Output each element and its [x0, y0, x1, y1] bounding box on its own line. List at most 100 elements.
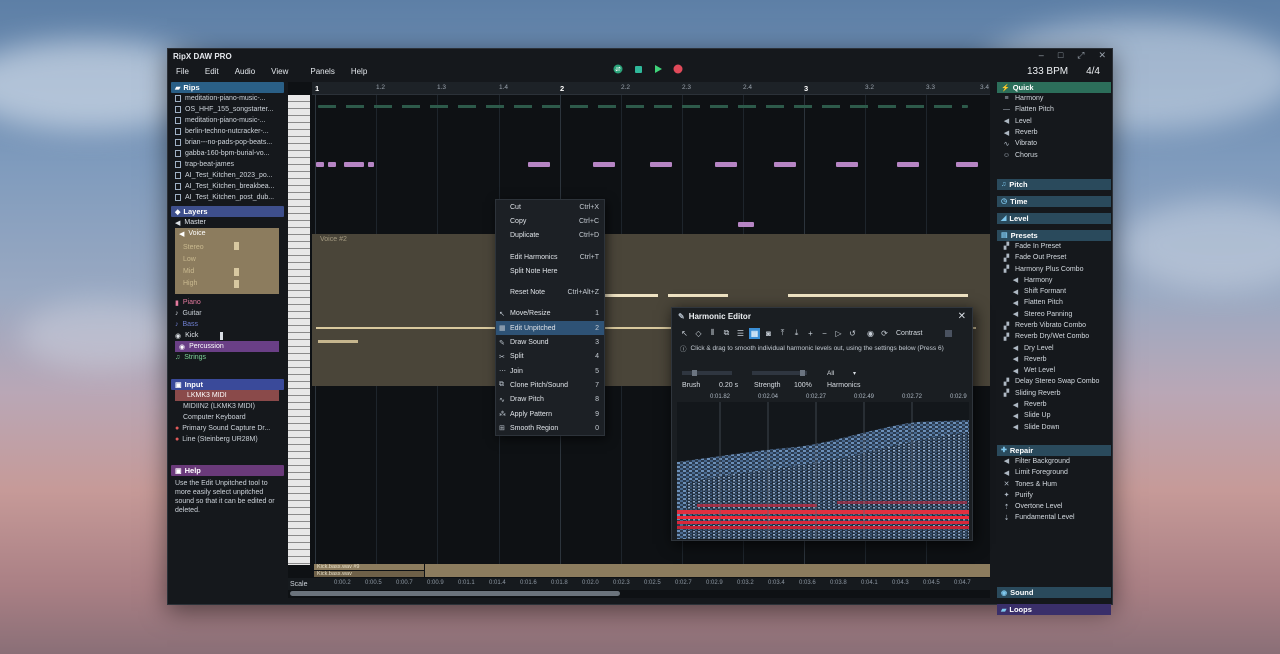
menu-edit[interactable]: Edit — [205, 67, 219, 76]
note[interactable] — [715, 162, 737, 167]
harmonics-select[interactable]: All — [827, 370, 834, 377]
chevron-down-icon[interactable]: ▾ — [853, 370, 856, 377]
layer-piano[interactable]: ▮ Piano — [171, 297, 284, 308]
preset-item[interactable]: ◀ Shift Formant — [997, 286, 1111, 297]
input-item[interactable]: ● Primary Sound Capture Dr... — [171, 423, 284, 434]
note[interactable] — [328, 162, 336, 167]
menu-item-split-note-here[interactable]: Split Note Here — [496, 264, 604, 278]
preset-item[interactable]: ▞ Harmony Plus Combo — [997, 263, 1111, 274]
layer-voice[interactable]: ◀ Voice — [175, 228, 279, 239]
brush-value[interactable]: 0.20 s — [719, 382, 738, 389]
rip-item[interactable]: AI_Test_Kitchen_2023_po... — [171, 170, 284, 181]
record-icon[interactable] — [673, 64, 683, 74]
note[interactable] — [593, 162, 615, 167]
undo-icon[interactable]: ↺ — [847, 328, 858, 339]
quick-header[interactable]: ⚡ Quick — [997, 82, 1111, 93]
rip-item[interactable]: trap-beat-james — [171, 159, 284, 170]
menu-audio[interactable]: Audio — [235, 67, 255, 76]
preset-item[interactable]: ▞ Delay Stereo Swap Combo — [997, 376, 1111, 387]
note[interactable] — [650, 162, 672, 167]
rip-item[interactable]: OS_HHF_155_songstarter... — [171, 104, 284, 115]
level-header[interactable]: ◢ Level — [997, 212, 1111, 224]
pitch-curve[interactable] — [318, 340, 358, 343]
menu-item-split[interactable]: ✂ Split 4 — [496, 350, 604, 364]
slider-handle[interactable] — [800, 370, 805, 376]
preset-item[interactable]: ▞ Reverb Vibrato Combo — [997, 320, 1111, 331]
pitch-header[interactable]: ♫ Pitch — [997, 178, 1111, 190]
refresh-icon[interactable]: ⟳ — [879, 328, 890, 339]
time-header[interactable]: ◷ Time — [997, 195, 1111, 207]
harmonic-spectrogram[interactable] — [677, 402, 969, 539]
layer-guitar[interactable]: ♪ Guitar — [171, 308, 284, 319]
menu-item-draw-sound[interactable]: ✎ Draw Sound 3 — [496, 335, 604, 349]
sublayer-mid[interactable]: Mid — [183, 265, 279, 277]
clip-label[interactable]: Kick.bass.wav — [314, 571, 424, 577]
clip-label[interactable]: Kick.bass.wav #9 — [314, 564, 424, 570]
quick-vibrato[interactable]: ∿ Vibrato — [997, 138, 1111, 149]
layer-percussion[interactable]: ◉ Percussion — [175, 341, 279, 352]
smooth-icon[interactable]: ▦ — [749, 327, 760, 339]
input-item[interactable]: ● Line (Steinberg UR28M) — [171, 434, 284, 445]
preset-item[interactable]: ◀ Slide Down — [997, 422, 1111, 433]
rip-item[interactable]: berlin-techno-nutcracker-... — [171, 126, 284, 137]
note[interactable] — [528, 162, 550, 167]
menu-item-draw-pitch[interactable]: ∿ Draw Pitch 8 — [496, 393, 604, 407]
note-row[interactable] — [318, 105, 968, 108]
sublayer-low[interactable]: Low — [183, 253, 279, 265]
copy-icon[interactable]: ⧉ — [721, 328, 732, 339]
preset-item[interactable]: ▞ Sliding Reverb — [997, 388, 1111, 399]
list-icon[interactable]: ☰ — [735, 328, 746, 339]
harmonic-editor-titlebar[interactable]: ✎ Harmonic Editor — [672, 308, 972, 325]
clip-region[interactable] — [425, 564, 990, 577]
repair-fundamental-level[interactable]: ⇣ Fundamental Level — [997, 512, 1111, 523]
stop-icon[interactable] — [633, 64, 643, 74]
menu-item-clone-pitch-sound[interactable]: ⧉ Clone Pitch/Sound 7 — [496, 378, 604, 392]
quick-harmony[interactable]: ≡ Harmony — [997, 93, 1111, 104]
minimize-icon[interactable]: – — [1039, 50, 1044, 61]
bpm-value[interactable]: 133 BPM — [1027, 66, 1068, 77]
close-icon[interactable]: ✕ — [1098, 50, 1106, 61]
preset-item[interactable]: ◀ Reverb — [997, 399, 1111, 410]
menu-item-join[interactable]: ⋯ Join 5 — [496, 364, 604, 378]
quick-level[interactable]: ◀ Level — [997, 116, 1111, 127]
lower-icon[interactable]: ⤓ — [791, 328, 802, 339]
menu-item-smooth-region[interactable]: ⊞ Smooth Region 0 — [496, 421, 604, 435]
camera-icon[interactable]: ◙ — [763, 328, 774, 339]
presets-header[interactable]: ▤ Presets — [997, 229, 1111, 241]
rip-item[interactable]: gabba-160-bpm-burial-vo... — [171, 148, 284, 159]
minus-icon[interactable]: − — [819, 328, 830, 339]
mixer-icon[interactable]: ⫴ — [707, 328, 718, 339]
preset-item[interactable]: ◀ Reverb — [997, 354, 1111, 365]
scale-label[interactable]: Scale — [290, 581, 308, 588]
time-signature[interactable]: 4/4 — [1086, 66, 1100, 77]
layer-kick[interactable]: ◉ Kick — [171, 330, 284, 341]
note[interactable] — [774, 162, 796, 167]
rip-item[interactable]: AI_Test_Kitchen_post_dub... — [171, 192, 284, 203]
menu-item-apply-pattern[interactable]: ⁂ Apply Pattern 9 — [496, 407, 604, 421]
menu-item-duplicate[interactable]: Duplicate Ctrl+D — [496, 229, 604, 243]
menu-item-edit-harmonics[interactable]: Edit Harmonics Ctrl+T — [496, 250, 604, 264]
help-header[interactable]: ▣ Help — [171, 465, 284, 476]
note[interactable] — [344, 162, 364, 167]
layer-bass[interactable]: ♪ Bass — [171, 319, 284, 330]
rip-item[interactable]: meditation-piano-music-... — [171, 93, 284, 104]
repair-limit-foreground[interactable]: ◀ Limit Foreground — [997, 467, 1111, 478]
eraser-icon[interactable]: ◇ — [693, 328, 704, 339]
sublayer-high[interactable]: High — [183, 277, 279, 289]
menu-item-move-resize[interactable]: ↖ Move/Resize 1 — [496, 307, 604, 321]
menu-panels[interactable]: Panels — [310, 67, 334, 76]
quick-chorus[interactable]: ☺ Chorus — [997, 149, 1111, 160]
menu-file[interactable]: File — [176, 67, 189, 76]
pitch-curve[interactable] — [788, 294, 968, 297]
menu-item-copy[interactable]: Copy Ctrl+C — [496, 214, 604, 228]
repair-tones-hum[interactable]: ✕ Tones & Hum — [997, 478, 1111, 489]
input-item[interactable]: Computer Keyboard — [171, 412, 284, 423]
repair-filter-background[interactable]: ◀ Filter Background — [997, 456, 1111, 467]
input-item[interactable]: MIDIIN2 (LKMK3 MIDI) — [171, 401, 284, 412]
rip-item[interactable]: meditation-piano-music-... — [171, 115, 284, 126]
input-item[interactable]: LKMK3 MIDI — [175, 390, 279, 401]
repair-overtone-level[interactable]: ⇡ Overtone Level — [997, 501, 1111, 512]
preset-item[interactable]: ◀ Harmony — [997, 275, 1111, 286]
layers-header[interactable]: ◆ Layers — [171, 206, 284, 217]
play-icon[interactable]: ▷ — [833, 328, 844, 339]
